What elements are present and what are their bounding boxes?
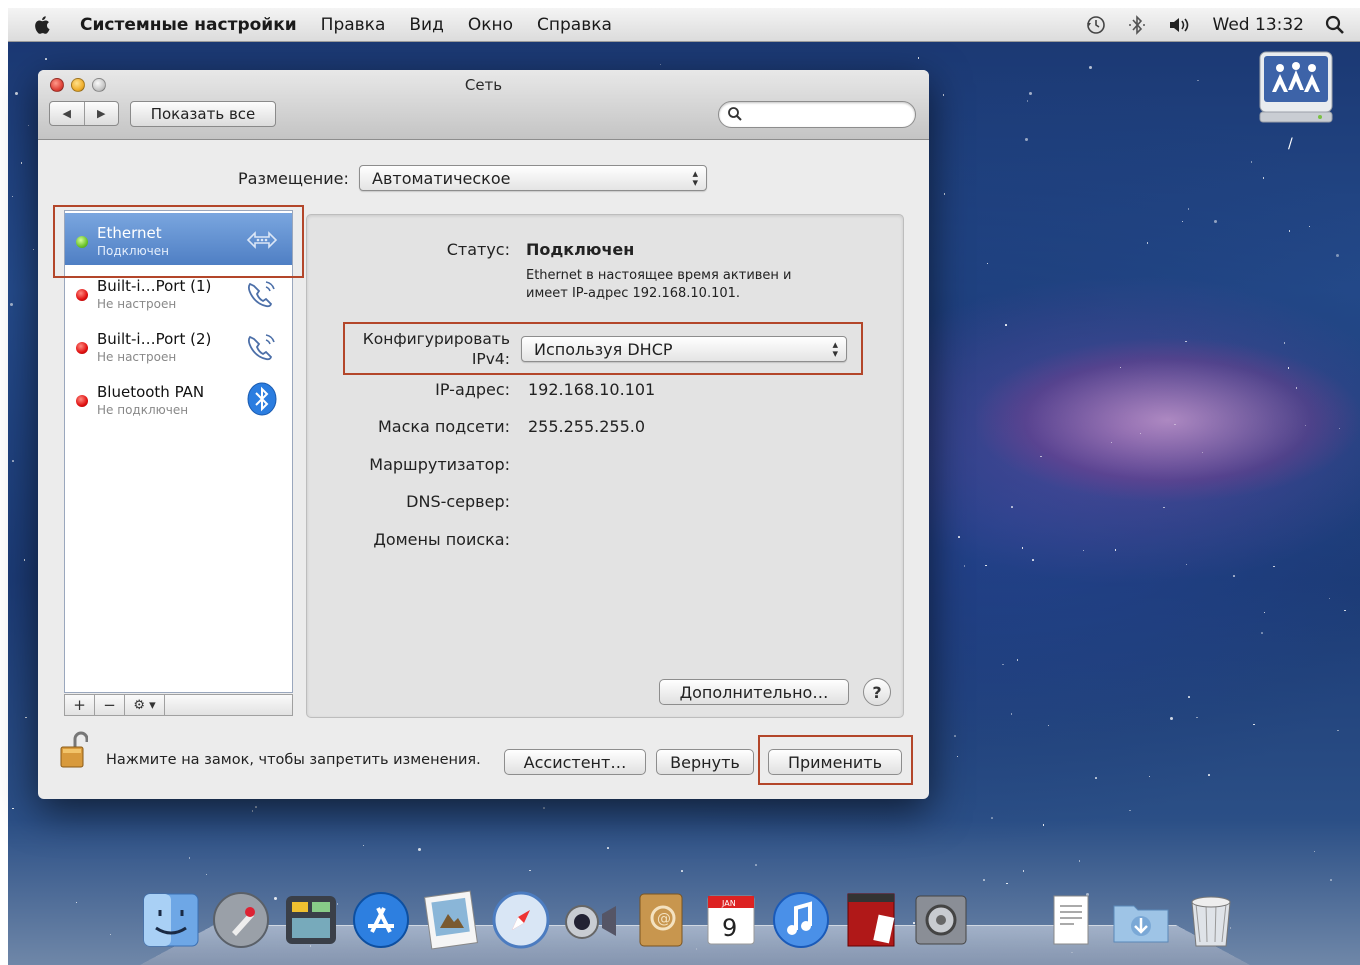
system-preferences-icon[interactable] (910, 888, 972, 952)
dashboard-icon[interactable] (280, 888, 342, 952)
search-domains-label: Домены поиска: (373, 530, 510, 549)
itunes-icon[interactable] (770, 888, 832, 952)
spotlight-icon[interactable] (1324, 14, 1346, 36)
volume-icon[interactable] (1167, 14, 1193, 36)
status-dot-disconnected-icon (76, 395, 88, 407)
service-name: Built-i…Port (2) (97, 330, 212, 348)
location-value: Автоматическое (372, 168, 511, 188)
trash-icon[interactable] (1180, 888, 1242, 952)
ip-address-label: IP-адрес: (435, 380, 510, 399)
ip-address-value: 192.168.10.101 (528, 380, 656, 399)
service-status: Не подключен (97, 403, 189, 417)
calendar-day-label: 9 (722, 914, 737, 942)
menu-clock[interactable]: Wed 13:32 (1213, 15, 1304, 35)
service-list: Ethernet Подключен Built-i…Port (1) Не н… (64, 210, 293, 693)
menu-help[interactable]: Справка (537, 15, 612, 35)
menu-app-name[interactable]: Системные настройки (80, 15, 297, 35)
service-list-toolbar: + − ⚙ ▾ (64, 694, 293, 716)
dock: @ JAN 9 (140, 888, 1250, 958)
safari-icon[interactable] (490, 888, 552, 952)
remove-service-button[interactable]: − (95, 695, 125, 715)
bluetooth-status-icon[interactable] (1127, 14, 1147, 36)
phone-modem-icon (247, 334, 275, 361)
photo-booth-icon[interactable] (840, 888, 902, 952)
show-all-button[interactable]: Показать все (130, 101, 276, 127)
app-store-icon[interactable] (350, 888, 412, 952)
lock-instruction-text: Нажмите на замок, чтобы запретить измене… (106, 752, 481, 768)
phone-modem-icon (247, 281, 275, 308)
advanced-button[interactable]: Дополнительно… (659, 679, 849, 705)
status-description-line2: имеет IP-адрес 192.168.10.101. (526, 286, 741, 301)
bluetooth-icon (247, 382, 277, 416)
window-titlebar[interactable]: Сеть ◀ ▶ Показать все (38, 70, 929, 140)
menu-bar: Системные настройки Правка Вид Окно Спра… (8, 8, 1360, 42)
status-label: Статус: (446, 240, 510, 259)
service-status: Не настроен (97, 297, 177, 311)
facetime-icon[interactable] (560, 888, 622, 952)
location-select[interactable]: Автоматическое ▴ ▾ (359, 165, 707, 191)
service-item-bluetooth-pan[interactable]: Bluetooth PAN Не подключен (65, 372, 292, 424)
status-dot-not-configured-icon (76, 342, 88, 354)
help-button[interactable]: ? (863, 678, 891, 706)
status-description-line1: Ethernet в настоящее время активен и (526, 268, 792, 283)
finder-icon[interactable] (140, 888, 202, 952)
window-title: Сеть (464, 76, 503, 94)
calendar-month-label: JAN (721, 899, 736, 908)
search-icon (728, 107, 742, 121)
add-service-button[interactable]: + (65, 695, 95, 715)
location-label: Размещение: (238, 169, 349, 188)
ethernet-highlight-box (53, 205, 304, 278)
network-drive-label: / (1288, 136, 1293, 152)
router-label: Маршрутизатор: (369, 455, 510, 474)
configure-ipv4-highlight-box (343, 322, 863, 375)
dns-server-label: DNS-сервер: (406, 492, 510, 511)
preview-icon[interactable] (420, 888, 482, 952)
network-drive-icon[interactable] (1258, 50, 1334, 126)
subnet-mask-value: 255.255.255.0 (528, 417, 646, 436)
service-name: Bluetooth PAN (97, 383, 205, 401)
menu-view[interactable]: Вид (409, 15, 443, 35)
service-status: Не настроен (97, 350, 177, 364)
menu-window[interactable]: Окно (468, 15, 513, 35)
launchpad-icon[interactable] (210, 888, 272, 952)
lock-icon[interactable] (60, 731, 88, 769)
apple-menu-icon[interactable] (32, 14, 54, 36)
screen-top-border (0, 0, 1360, 8)
back-forward-control: ◀ ▶ (49, 101, 119, 126)
service-item-builtin-port-2[interactable]: Built-i…Port (2) Не настроен (65, 319, 292, 371)
select-arrows-icon: ▴ ▾ (692, 167, 698, 189)
search-input[interactable] (747, 105, 907, 124)
downloads-folder-icon[interactable] (1110, 888, 1172, 952)
service-details-panel: Статус: Подключен Ethernet в настоящее в… (306, 214, 904, 718)
assistant-button[interactable]: Ассистент… (504, 749, 646, 775)
calendar-icon[interactable]: JAN 9 (700, 888, 762, 952)
forward-arrow-icon[interactable]: ▶ (83, 102, 119, 125)
subnet-mask-label: Маска подсети: (377, 417, 510, 436)
back-arrow-icon[interactable]: ◀ (50, 102, 84, 125)
search-field[interactable] (718, 101, 916, 128)
service-actions-gear-icon[interactable]: ⚙ ▾ (125, 695, 165, 715)
revert-button[interactable]: Вернуть (656, 749, 754, 775)
time-machine-icon[interactable] (1085, 14, 1107, 36)
service-name: Built-i…Port (1) (97, 277, 212, 295)
apply-highlight-box (758, 735, 913, 785)
svg-text:@: @ (657, 911, 671, 927)
address-book-icon[interactable]: @ (630, 888, 692, 952)
documents-stack-icon[interactable] (1040, 888, 1102, 952)
status-value: Подключен (526, 240, 635, 259)
status-dot-not-configured-icon (76, 289, 88, 301)
menu-edit[interactable]: Правка (321, 15, 386, 35)
network-preferences-window: Сеть ◀ ▶ Показать все Размещение: Автома… (38, 70, 929, 799)
status-description: Ethernet в настоящее время активен и име… (526, 267, 826, 303)
